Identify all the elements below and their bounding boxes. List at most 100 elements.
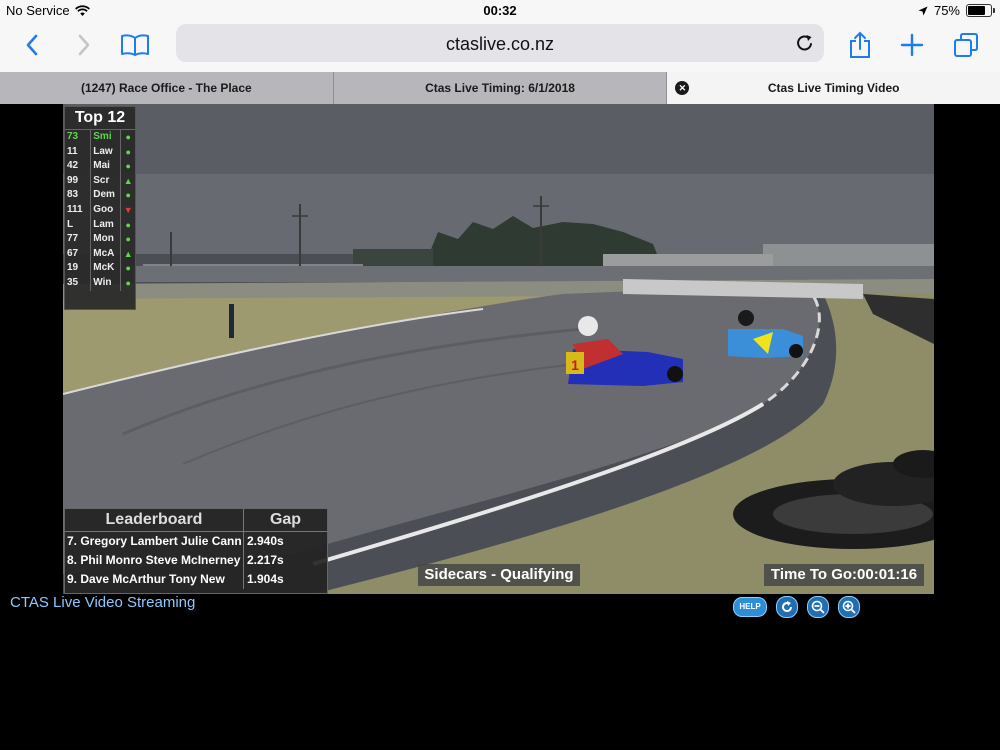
top12-name: Win xyxy=(91,275,122,291)
top12-row: 42 Mai ● xyxy=(65,159,135,174)
top12-name: Law xyxy=(91,144,122,160)
tabs-overview-button[interactable] xyxy=(948,28,984,62)
top12-row: 73 Smi ● xyxy=(65,130,135,145)
top12-number: 67 xyxy=(65,246,92,262)
top12-number: 111 xyxy=(65,202,92,218)
zoom-out-icon xyxy=(811,600,825,614)
leaderboard-driver: 8. Phil Monro Steve McInerney xyxy=(65,551,244,570)
tabs-icon xyxy=(954,33,978,57)
leaderboard-driver: 7. Gregory Lambert Julie Cann xyxy=(65,532,244,551)
leaderboard-title: Leaderboard xyxy=(65,509,244,531)
battery-percent: 75% xyxy=(933,3,960,18)
help-button[interactable]: HELP xyxy=(733,597,767,617)
leaderboard-panel: Leaderboard Gap 7. Gregory Lambert Julie… xyxy=(64,508,328,594)
trend-same-icon: ● xyxy=(125,234,131,245)
url-text: ctaslive.co.nz xyxy=(445,34,555,54)
bookmarks-button[interactable] xyxy=(117,28,153,62)
top12-number: 19 xyxy=(65,261,92,276)
tab-bar: (1247) Race Office - The Place Ctas Live… xyxy=(0,72,1000,104)
top12-row: 11 Law ● xyxy=(65,144,135,160)
sidecar-number: 1 xyxy=(571,357,579,373)
address-bar[interactable]: ctaslive.co.nz xyxy=(176,24,824,62)
top12-name: Goo xyxy=(91,202,122,218)
trend-same-icon: ● xyxy=(125,219,131,230)
battery-icon xyxy=(966,4,995,17)
share-button[interactable] xyxy=(842,28,878,62)
tab-label: (1247) Race Office - The Place xyxy=(80,81,252,95)
trend-same-icon: ● xyxy=(125,161,131,172)
top12-name: Mon xyxy=(91,232,122,247)
top12-row: 19 McK ● xyxy=(65,261,135,276)
tab-label: Ctas Live Timing: 6/1/2018 xyxy=(425,81,575,95)
leaderboard-row: 8. Phil Monro Steve McInerney 2.217s xyxy=(65,551,327,570)
back-button[interactable] xyxy=(14,28,50,62)
trend-same-icon: ● xyxy=(125,132,131,142)
zoom-out-button[interactable] xyxy=(807,596,829,618)
leaderboard-gap: 2.940s xyxy=(247,534,284,548)
top12-name: Smi xyxy=(91,130,122,145)
leaderboard-driver: 9. Dave McArthur Tony New xyxy=(65,570,244,589)
tab-label: Ctas Live Timing Video xyxy=(767,81,900,95)
trend-up-icon: ▲ xyxy=(123,248,133,259)
top12-row: 67 McA ▲ xyxy=(65,246,135,262)
top12-row: 111 Goo ▼ xyxy=(65,202,135,218)
top12-number: 35 xyxy=(65,275,92,291)
top12-row: 83 Dem ● xyxy=(65,188,135,203)
top12-number: 83 xyxy=(65,188,92,203)
new-tab-button[interactable] xyxy=(894,28,930,62)
top12-number: 73 xyxy=(65,130,92,145)
zoom-in-icon xyxy=(842,600,856,614)
video-player[interactable]: 1 Top 12 73 Smi ● 11 Law ● 42 Mai ● 99 Scr ▲ 83 Dem ● 1… xyxy=(63,104,934,594)
leaderboard-row: 7. Gregory Lambert Julie Cann 2.940s xyxy=(65,532,327,551)
top12-number: 11 xyxy=(65,144,92,160)
leaderboard-gap: 1.904s xyxy=(247,572,284,586)
top12-name: McK xyxy=(91,261,122,276)
clock: 00:32 xyxy=(483,3,517,18)
top12-row: 35 Win ● xyxy=(65,275,135,291)
tab-live-timing[interactable]: Ctas Live Timing: 6/1/2018 xyxy=(333,72,668,104)
session-label: Sidecars - Qualifying xyxy=(418,564,580,586)
top12-number: 99 xyxy=(65,173,92,189)
top12-row: L Lam ● xyxy=(65,217,135,233)
tab-race-office[interactable]: (1247) Race Office - The Place xyxy=(0,72,334,104)
trend-same-icon: ● xyxy=(125,263,131,274)
stream-title: CTAS Live Video Streaming xyxy=(10,594,196,611)
top12-title: Top 12 xyxy=(65,107,135,130)
top12-name: Dem xyxy=(91,188,122,203)
trend-up-icon: ▲ xyxy=(123,175,133,186)
refresh-icon xyxy=(782,601,792,612)
time-to-go: Time To Go:00:01:16 xyxy=(764,564,924,586)
top12-name: Scr xyxy=(91,173,122,189)
gap-header: Gap xyxy=(269,511,302,528)
top12-number: 77 xyxy=(65,232,92,247)
top12-name: Lam xyxy=(91,217,122,233)
trend-same-icon: ● xyxy=(125,190,131,201)
refresh-button[interactable] xyxy=(776,596,798,618)
top12-panel: Top 12 73 Smi ● 11 Law ● 42 Mai ● 99 Scr ▲ 83 Dem ● 111… xyxy=(64,106,136,310)
forward-icon xyxy=(78,34,90,56)
top12-name: Mai xyxy=(91,159,122,174)
top12-name: McA xyxy=(91,246,122,262)
status-bar: No Service 00:32 75% xyxy=(0,0,1000,20)
zoom-in-button[interactable] xyxy=(838,596,860,618)
forward-button[interactable] xyxy=(66,28,102,62)
top12-number: 42 xyxy=(65,159,92,174)
location-arrow-icon xyxy=(918,6,928,15)
top12-number: L xyxy=(65,217,92,233)
leaderboard-row: 9. Dave McArthur Tony New 1.904s xyxy=(65,570,327,589)
back-icon xyxy=(26,34,38,56)
share-icon xyxy=(850,31,870,58)
browser-toolbar: ctaslive.co.nz xyxy=(0,20,1000,72)
bookmarks-icon xyxy=(121,34,149,56)
close-tab-icon[interactable]: ✕ xyxy=(675,81,690,95)
trend-down-icon: ▼ xyxy=(123,204,133,215)
trend-same-icon: ● xyxy=(125,277,131,288)
leaderboard-gap: 2.217s xyxy=(247,553,284,567)
video-controls: HELP xyxy=(733,596,860,618)
reload-icon[interactable] xyxy=(794,32,816,54)
trend-same-icon: ● xyxy=(125,146,131,157)
top12-row: 77 Mon ● xyxy=(65,232,135,247)
tab-live-timing-video[interactable]: ✕ Ctas Live Timing Video xyxy=(667,72,1000,104)
top12-row: 99 Scr ▲ xyxy=(65,173,135,189)
new-tab-icon xyxy=(900,33,924,57)
